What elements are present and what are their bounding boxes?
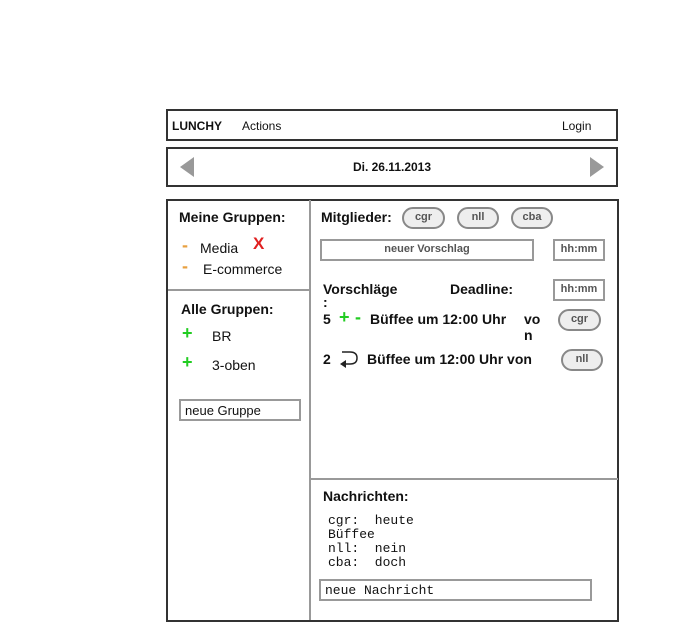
date-bar: Di. 26.11.2013 <box>166 147 618 187</box>
app-brand[interactable]: LUNCHY <box>172 119 222 133</box>
vertical-divider <box>309 200 311 620</box>
suggestion-text: Büffee um 12:00 Uhr <box>370 311 507 327</box>
new-group-input[interactable]: neue Gruppe <box>179 399 301 421</box>
my-group-ecommerce[interactable]: E-commerce <box>203 261 282 277</box>
message-list: cgr: heute Büffee nll: nein cba: doch <box>328 514 414 570</box>
message-line: cgr: heute <box>328 513 414 528</box>
suggestion-von-2: n <box>524 327 533 343</box>
suggestion-count: 5 <box>323 311 331 327</box>
my-group-media[interactable]: Media <box>200 240 238 256</box>
vote-minus-icon[interactable]: - <box>355 307 361 328</box>
message-line: cba: doch <box>328 555 407 570</box>
login-link[interactable]: Login <box>562 119 591 133</box>
add-group-3oben[interactable]: + <box>182 352 193 373</box>
new-group-value: neue Gruppe <box>185 403 261 418</box>
all-group-3oben[interactable]: 3-oben <box>212 357 256 373</box>
member-cba[interactable]: cba <box>511 207 553 229</box>
member-nll[interactable]: nll <box>457 207 499 229</box>
actions-menu[interactable]: Actions <box>242 119 281 133</box>
navbar: LUNCHY Actions Login <box>166 109 618 141</box>
my-groups-title: Meine Gruppen: <box>179 209 286 225</box>
new-proposal-input[interactable]: neuer Vorschlag <box>320 239 534 261</box>
proposal-time-input[interactable]: hh:mm <box>553 239 605 261</box>
suggestion-user-nll[interactable]: nll <box>561 349 603 371</box>
suggestions-title-colon: : <box>323 294 328 310</box>
left-divider <box>168 289 309 291</box>
suggestion-count: 2 <box>323 351 331 367</box>
deadline-label: Deadline: <box>450 281 514 297</box>
new-message-value: neue Nachricht <box>325 583 435 598</box>
new-message-input[interactable]: neue Nachricht <box>319 579 592 601</box>
message-line: nll: nein <box>328 541 407 556</box>
all-group-br[interactable]: BR <box>212 328 231 344</box>
delete-icon[interactable]: X <box>253 234 264 254</box>
members-title: Mitglieder: <box>321 209 392 225</box>
suggestion-von-1: vo <box>524 311 541 327</box>
current-date: Di. 26.11.2013 <box>352 160 432 174</box>
suggestion-text: Büffee um 12:00 Uhr von <box>367 351 532 367</box>
deadline-input[interactable]: hh:mm <box>553 279 605 301</box>
arrow-right-icon[interactable] <box>590 157 604 179</box>
messages-title: Nachrichten: <box>323 488 409 504</box>
undo-icon[interactable] <box>338 348 360 368</box>
right-divider <box>311 478 618 480</box>
message-line: Büffee <box>328 527 375 542</box>
member-cgr[interactable]: cgr <box>402 207 445 229</box>
add-group-br[interactable]: + <box>182 323 193 344</box>
suggestions-title: Vorschläge <box>323 281 398 297</box>
remove-group-media[interactable]: - <box>182 235 188 256</box>
remove-group-ecommerce[interactable]: - <box>182 256 188 277</box>
suggestion-user-cgr[interactable]: cgr <box>558 309 601 331</box>
all-groups-title: Alle Gruppen: <box>181 301 274 317</box>
vote-plus-icon[interactable]: + <box>339 307 350 328</box>
